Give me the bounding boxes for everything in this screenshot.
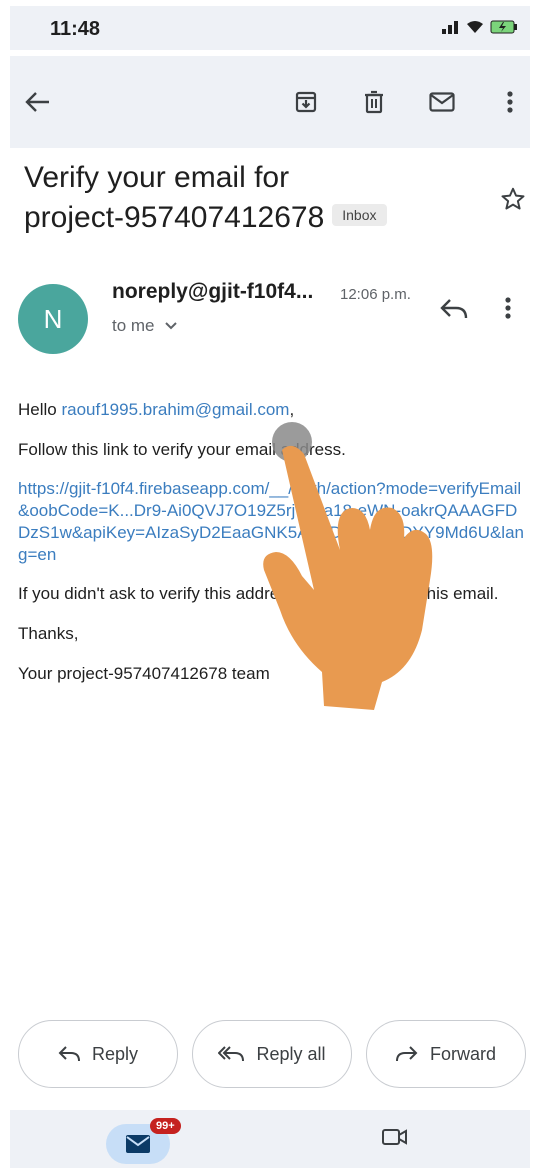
status-bar: 11:48	[10, 6, 530, 50]
more-vert-icon	[505, 297, 511, 319]
inbox-label[interactable]: Inbox	[332, 204, 387, 227]
chevron-down-icon	[164, 322, 177, 330]
reply-all-icon	[218, 1046, 245, 1062]
tap-hand-overlay	[262, 420, 442, 715]
star-icon	[501, 187, 525, 210]
quick-reply-button[interactable]	[440, 298, 468, 325]
reply-all-button[interactable]: Reply all	[192, 1020, 352, 1088]
arrow-left-icon	[25, 92, 49, 112]
greeting-prefix: Hello	[18, 400, 62, 419]
message-more-button[interactable]	[505, 296, 511, 325]
reply-label: Reply	[91, 1043, 139, 1064]
greeting: Hello raouf1995.brahim@gmail.com,	[18, 398, 528, 422]
mail-icon	[126, 1135, 150, 1153]
archive-button[interactable]	[286, 82, 326, 122]
mark-unread-button[interactable]	[422, 82, 462, 122]
wifi-icon	[466, 20, 484, 39]
delete-button[interactable]	[354, 82, 394, 122]
back-button[interactable]	[18, 82, 58, 122]
sender-address[interactable]: noreply@gjit-f10f4...	[112, 280, 313, 304]
nav-meet-tab[interactable]	[382, 1128, 408, 1151]
pointing-hand-icon	[263, 422, 433, 710]
recipient-label: to me	[112, 316, 155, 335]
forward-icon	[395, 1046, 418, 1062]
more-options-button[interactable]	[490, 82, 530, 122]
reply-button[interactable]: Reply	[18, 1020, 178, 1088]
email-subject: Verify your email for project-9574074126…	[24, 158, 464, 238]
more-vert-icon	[507, 91, 513, 113]
reply-all-label: Reply all	[256, 1043, 326, 1064]
subject-line-1: Verify your email for	[24, 161, 290, 194]
unread-count-badge: 99+	[150, 1118, 181, 1134]
forward-label: Forward	[429, 1043, 496, 1064]
email-time: 12:06 p.m.	[340, 286, 411, 303]
subject-project: project-957407412678	[24, 201, 325, 234]
bottom-nav: 99+	[10, 1110, 530, 1168]
greeting-suffix: ,	[289, 400, 295, 419]
status-time: 11:48	[50, 18, 101, 40]
top-app-bar	[10, 56, 530, 148]
reply-actions: Reply Reply all Forward	[18, 1020, 526, 1088]
signal-icon	[442, 20, 460, 39]
mail-icon	[429, 92, 455, 112]
reply-icon	[58, 1046, 80, 1062]
trash-icon	[365, 90, 383, 114]
reply-icon	[440, 299, 468, 319]
recipient-toggle[interactable]: to me	[112, 316, 177, 336]
battery-icon	[490, 20, 518, 39]
archive-icon	[295, 91, 317, 113]
sender-avatar[interactable]: N	[18, 284, 88, 354]
recipient-email-link[interactable]: raouf1995.brahim@gmail.com	[61, 400, 289, 419]
forward-button[interactable]: Forward	[366, 1020, 526, 1088]
status-icons	[442, 20, 518, 39]
star-button[interactable]	[500, 186, 526, 217]
video-camera-icon	[382, 1129, 407, 1145]
subject-line-2: project-957407412678 Inbox	[24, 198, 464, 238]
